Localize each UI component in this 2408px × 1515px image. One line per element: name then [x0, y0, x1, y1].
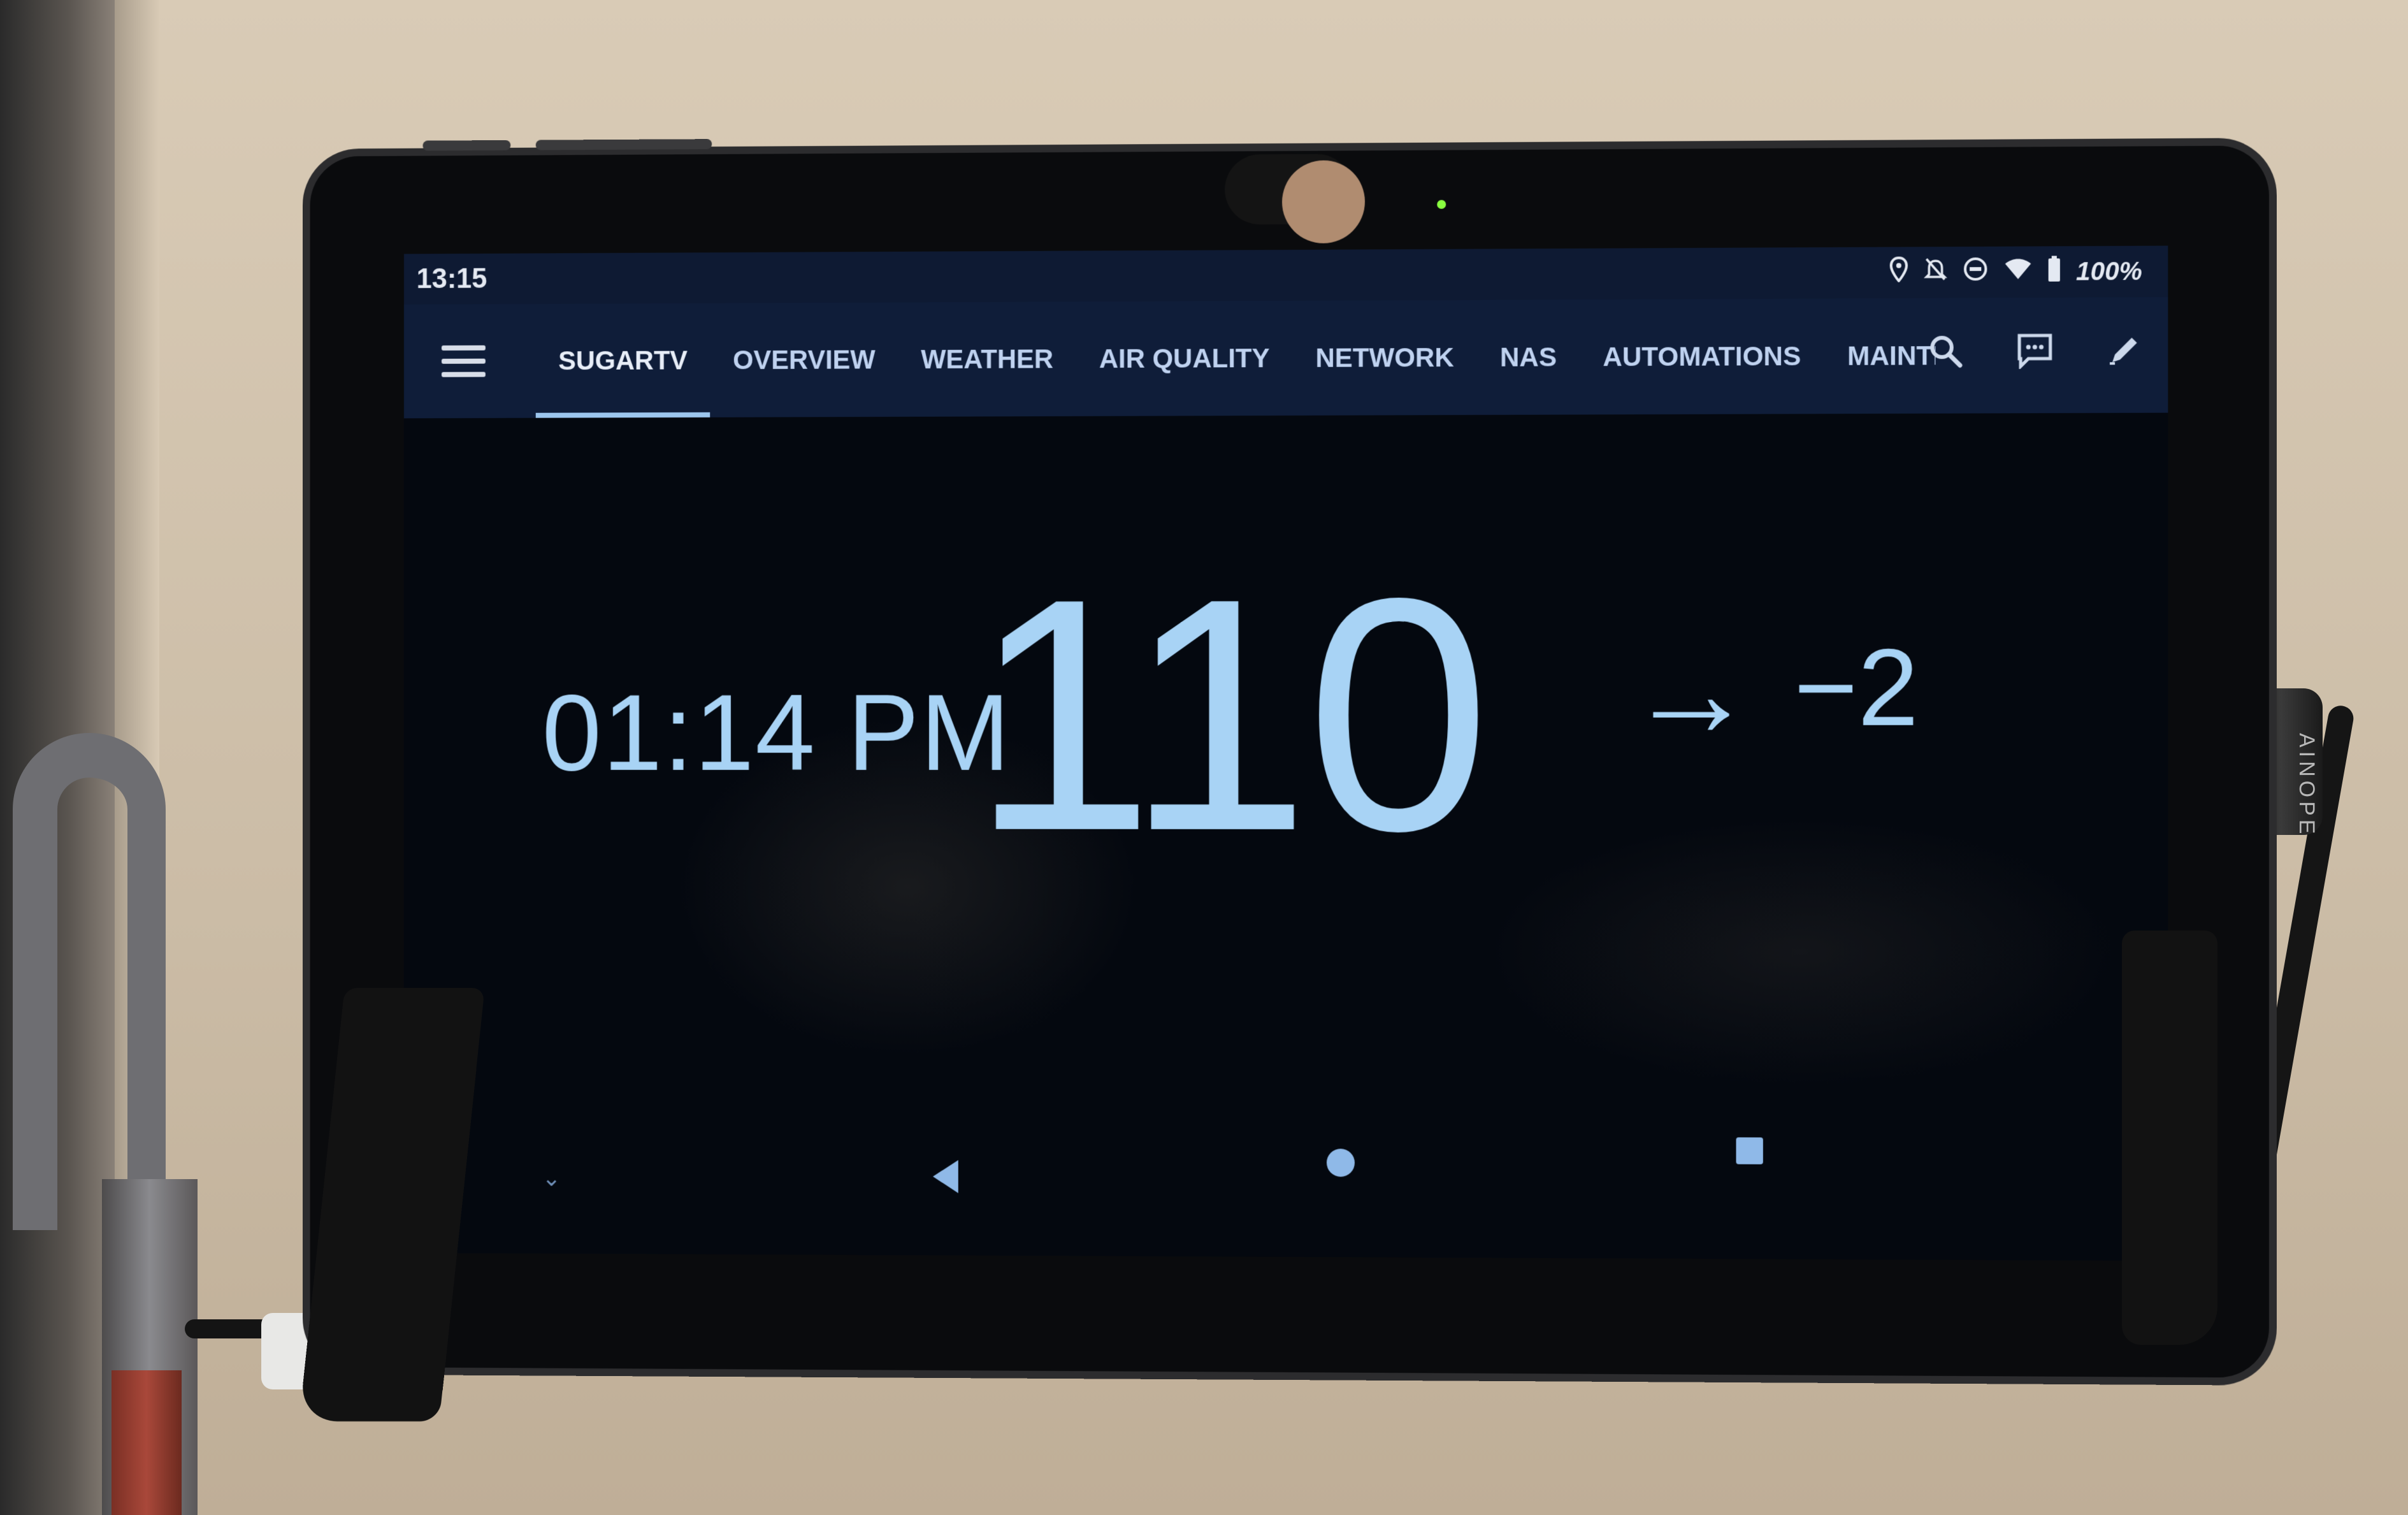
hanger-pole-handle: [112, 1370, 182, 1515]
tab-weather[interactable]: WEATHER: [898, 301, 1076, 417]
camera-led: [1437, 200, 1446, 209]
clock-display: 01:14 PM 110 → −2: [404, 541, 2168, 901]
battery-percentage: 100%: [2076, 257, 2142, 286]
edit-pencil-icon[interactable]: [2106, 333, 2142, 378]
trend-delta: −2: [1794, 625, 1919, 751]
home-icon[interactable]: [1327, 1149, 1355, 1177]
screen: 13:15 100% SUGARTV OVERVIEW WEATHER AIR …: [404, 245, 2168, 1261]
tablet: 13:15 100% SUGARTV OVERVIEW WEATHER AIR …: [303, 138, 2277, 1386]
recent-apps-icon[interactable]: [1736, 1137, 1763, 1164]
app-toolbar: SUGARTV OVERVIEW WEATHER AIR QUALITY NET…: [404, 297, 2168, 418]
camera-sticker: [1282, 160, 1365, 243]
search-icon[interactable]: [1928, 333, 1964, 379]
do-not-disturb-icon: [1963, 256, 1988, 288]
navigation-bar: ⌄: [404, 1133, 2168, 1215]
menu-icon[interactable]: [442, 345, 486, 377]
keyboard-chevron-icon[interactable]: ⌄: [542, 1165, 561, 1192]
mount-holder-right: [2122, 931, 2217, 1345]
tab-air-quality[interactable]: AIR QUALITY: [1076, 301, 1293, 416]
tab-nas[interactable]: NAS: [1477, 300, 1580, 415]
cable-brand-label: AINOPE: [2294, 733, 2319, 837]
tab-bar: SUGARTV OVERVIEW WEATHER AIR QUALITY NET…: [536, 298, 1936, 418]
status-icons: 100%: [1889, 256, 2142, 289]
tab-automations[interactable]: AUTOMATIONS: [1580, 298, 1824, 414]
battery-icon: [2047, 256, 2060, 287]
assist-chat-icon[interactable]: [2015, 333, 2054, 378]
tab-overview[interactable]: OVERVIEW: [710, 303, 898, 417]
tab-maintenance[interactable]: MAINTENA: [1824, 298, 1936, 414]
back-icon[interactable]: [933, 1160, 958, 1193]
power-button: [536, 139, 712, 150]
clock-time: 01:14 PM: [542, 671, 1011, 795]
glucose-value: 110: [971, 549, 1487, 881]
notifications-off-icon: [1924, 256, 1947, 288]
status-bar: 13:15 100%: [404, 245, 2168, 304]
hanger-hook: [13, 733, 166, 1230]
toolbar-actions: [1928, 297, 2142, 413]
status-time: 13:15: [417, 263, 487, 295]
trend-arrow-icon: →: [1627, 619, 1755, 766]
location-icon: [1889, 256, 1908, 288]
tab-sugartv[interactable]: SUGARTV: [536, 303, 710, 418]
wifi-icon: [2003, 257, 2032, 287]
volume-button: [422, 140, 510, 151]
hanger: [0, 733, 191, 1515]
tab-network[interactable]: NETWORK: [1292, 300, 1476, 416]
